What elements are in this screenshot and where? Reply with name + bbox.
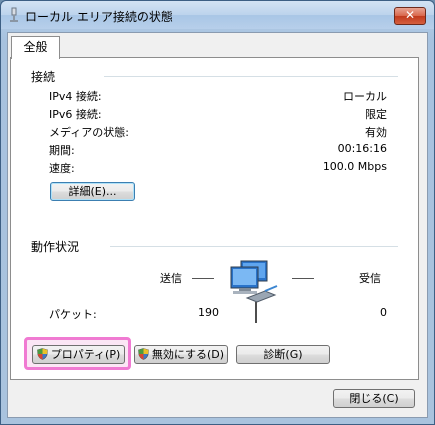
- media-state-label: メディアの状態:: [49, 126, 129, 139]
- disable-button-label: 無効にする(D): [151, 348, 225, 361]
- packets-sent-value: 190: [198, 306, 219, 319]
- activity-separator: [110, 246, 398, 247]
- speed-label: 速度:: [49, 162, 75, 175]
- ipv4-value: ローカル: [343, 90, 387, 103]
- connection-separator: [104, 76, 398, 77]
- sent-line: [192, 278, 214, 279]
- uac-shield-icon: [138, 348, 149, 360]
- packets-label: パケット:: [49, 308, 97, 321]
- details-button[interactable]: 詳細(E)...: [50, 182, 135, 201]
- properties-button[interactable]: プロパティ(P): [32, 345, 125, 364]
- uac-shield-icon: [36, 348, 48, 360]
- duration-label: 期間:: [49, 144, 75, 157]
- properties-button-label: プロパティ(P): [50, 348, 121, 361]
- received-line: [292, 278, 314, 279]
- network-connection-icon: [10, 7, 18, 22]
- ipv6-value: 限定: [365, 108, 387, 121]
- packets-received-value: 0: [380, 306, 387, 319]
- ipv6-label: IPv6 接続:: [49, 108, 102, 121]
- duration-value: 00:16:16: [337, 142, 387, 155]
- close-button[interactable]: 閉じる(C): [333, 389, 415, 408]
- title-bar[interactable]: ローカル エリア接続の状態 ✕: [1, 1, 434, 29]
- disable-button[interactable]: 無効にする(D): [134, 345, 228, 364]
- connection-section-title: 接続: [31, 70, 56, 84]
- diagnose-button[interactable]: 診断(G): [236, 345, 330, 364]
- close-icon: ✕: [404, 8, 416, 22]
- title-close-button[interactable]: ✕: [394, 7, 426, 25]
- network-activity-icon: [230, 260, 278, 323]
- speed-value: 100.0 Mbps: [322, 160, 387, 173]
- sent-label: 送信: [160, 272, 182, 285]
- activity-section-title: 動作状況: [31, 240, 80, 254]
- ipv4-label: IPv4 接続:: [49, 90, 102, 103]
- media-state-value: 有効: [365, 126, 387, 139]
- received-label: 受信: [359, 272, 381, 285]
- tab-general[interactable]: 全般: [11, 36, 60, 59]
- window-title: ローカル エリア接続の状態: [25, 10, 173, 24]
